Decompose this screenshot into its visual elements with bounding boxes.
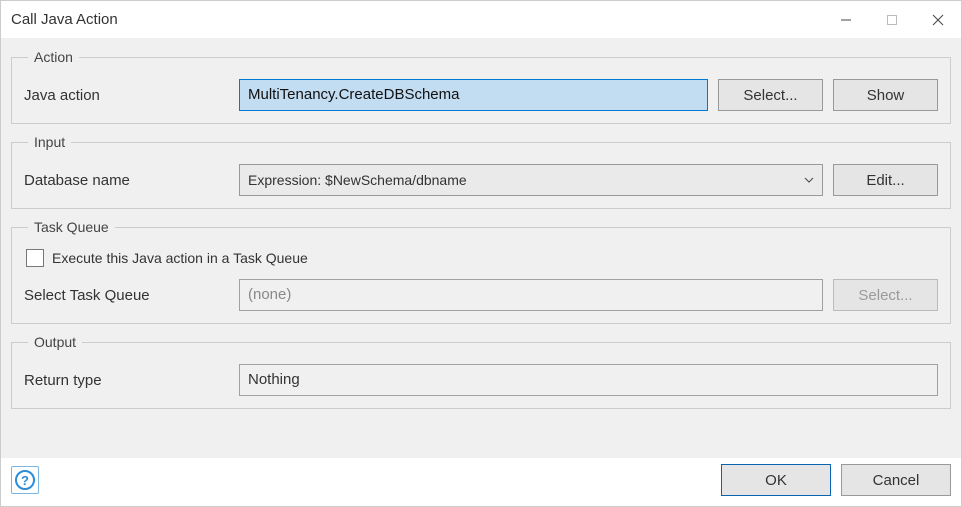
execute-in-queue-label: Execute this Java action in a Task Queue xyxy=(52,250,308,266)
titlebar: Call Java Action xyxy=(1,1,961,39)
edit-expression-button[interactable]: Edit... xyxy=(833,164,938,196)
close-button[interactable] xyxy=(915,2,961,38)
output-group: Output Return type Nothing xyxy=(11,334,951,409)
minimize-button[interactable] xyxy=(823,2,869,38)
dbname-label: Database name xyxy=(24,172,229,189)
window-controls xyxy=(823,2,961,38)
select-action-button[interactable]: Select... xyxy=(718,79,823,111)
output-legend: Output xyxy=(28,334,82,350)
maximize-button xyxy=(869,2,915,38)
ok-button[interactable]: OK xyxy=(721,464,831,496)
input-group: Input Database name Expression: $NewSche… xyxy=(11,134,951,209)
dialog-window: Call Java Action Action Java action Mult… xyxy=(0,0,962,507)
select-queue-label: Select Task Queue xyxy=(24,287,229,304)
show-action-button[interactable]: Show xyxy=(833,79,938,111)
java-action-label: Java action xyxy=(24,87,229,104)
execute-in-queue-checkbox[interactable] xyxy=(26,249,44,267)
window-title: Call Java Action xyxy=(11,11,118,28)
input-legend: Input xyxy=(28,134,71,150)
taskqueue-group: Task Queue Execute this Java action in a… xyxy=(11,219,951,324)
select-queue-button: Select... xyxy=(833,279,938,311)
return-type-field: Nothing xyxy=(239,364,938,396)
chevron-down-icon xyxy=(804,172,814,188)
dbname-expression-value: Expression: $NewSchema/dbname xyxy=(248,172,467,188)
help-icon: ? xyxy=(15,470,35,490)
action-legend: Action xyxy=(28,49,79,65)
cancel-button[interactable]: Cancel xyxy=(841,464,951,496)
bottom-bar: ? OK Cancel xyxy=(1,458,961,506)
help-button[interactable]: ? xyxy=(11,466,39,494)
action-group: Action Java action MultiTenancy.CreateDB… xyxy=(11,49,951,124)
java-action-field[interactable]: MultiTenancy.CreateDBSchema xyxy=(239,79,708,111)
content-area: Action Java action MultiTenancy.CreateDB… xyxy=(1,39,961,458)
return-type-label: Return type xyxy=(24,372,229,389)
taskqueue-legend: Task Queue xyxy=(28,219,115,235)
select-queue-field: (none) xyxy=(239,279,823,311)
dbname-expression-select[interactable]: Expression: $NewSchema/dbname xyxy=(239,164,823,196)
